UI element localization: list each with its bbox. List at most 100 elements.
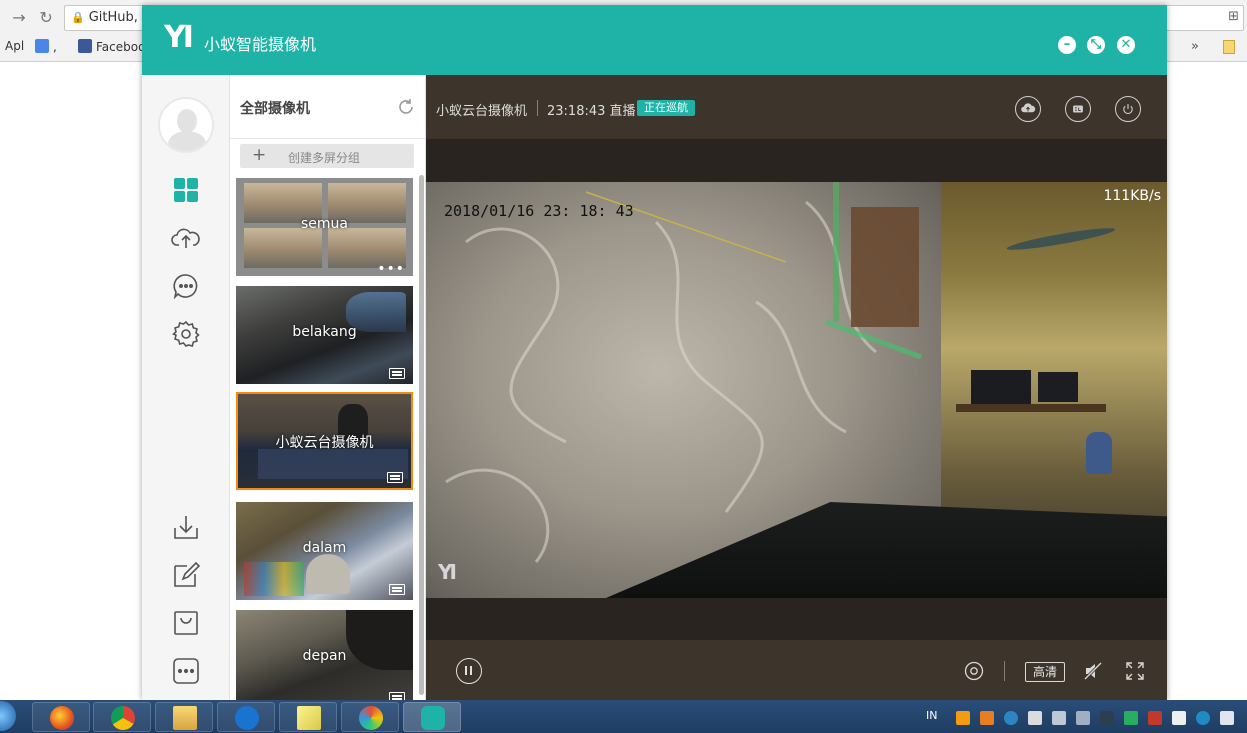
- language-indicator[interactable]: IN: [926, 709, 937, 722]
- power-button[interactable]: [1115, 96, 1141, 122]
- taskbar-explorer[interactable]: [155, 702, 213, 732]
- pause-button[interactable]: [456, 658, 482, 684]
- camera-list-header: 全部摄像机: [230, 75, 426, 139]
- camera-name: depan: [302, 648, 347, 664]
- cloud-upload-icon[interactable]: [171, 223, 201, 253]
- bookmark-facebook[interactable]: Faceboo: [78, 39, 145, 54]
- bookmark-translate[interactable]: ,: [35, 39, 57, 54]
- translate-icon: [35, 39, 49, 53]
- tray-flag-icon[interactable]: [1028, 711, 1042, 725]
- lock-icon: 🔒: [71, 11, 85, 24]
- tray-teamviewer-icon[interactable]: [1004, 711, 1018, 725]
- app-title: 小蚁智能摄像机: [204, 35, 317, 54]
- more-dots-icon: •••: [377, 261, 405, 276]
- tray-sync-icon[interactable]: [1196, 711, 1210, 725]
- close-button[interactable]: ✕: [1117, 36, 1135, 54]
- taskbar-chrome[interactable]: [93, 702, 151, 732]
- sidebar: [142, 75, 230, 700]
- restore-button[interactable]: ⤡: [1087, 36, 1105, 54]
- taskbar-sticky-notes[interactable]: [279, 702, 337, 732]
- camera-list-scrollbar[interactable]: [419, 175, 424, 695]
- tray-network-icon[interactable]: [1052, 711, 1066, 725]
- other-bookmarks-folder-icon[interactable]: [1223, 40, 1235, 54]
- playback-controls: 高清: [426, 640, 1167, 700]
- grid-icon[interactable]: [171, 175, 201, 205]
- camera-item-belakang[interactable]: belakang: [236, 286, 413, 384]
- facebook-icon: [78, 39, 92, 53]
- taskbar-firefox[interactable]: [32, 702, 90, 732]
- tray-avast-icon[interactable]: [956, 711, 970, 725]
- camera-name: dalam: [302, 540, 347, 556]
- viewer-header: 小蚁云台摄像机 23:18:43 直播 正在巡航: [426, 75, 1167, 139]
- bookmark-apps[interactable]: Apl: [5, 39, 24, 53]
- tray-app-icon[interactable]: [980, 711, 994, 725]
- yi-camera-icon: [421, 706, 445, 730]
- cloud-upload-button[interactable]: [1015, 96, 1041, 122]
- speaker-muted-icon: [1083, 661, 1103, 681]
- gear-icon[interactable]: [171, 319, 201, 349]
- camera-item-dalam[interactable]: dalam: [236, 502, 413, 600]
- fullscreen-button[interactable]: [1125, 661, 1145, 681]
- bitrate-indicator: 111KB/s: [1103, 188, 1161, 204]
- tray-volume-icon[interactable]: [1220, 711, 1234, 725]
- power-icon: [1123, 104, 1133, 115]
- shopping-bag-icon[interactable]: [171, 608, 201, 638]
- camera-item-depan[interactable]: depan: [236, 610, 413, 708]
- teamviewer-icon: [235, 706, 259, 730]
- plus-icon: +: [252, 145, 267, 165]
- cloud-upload-icon: [1021, 103, 1036, 113]
- camera-item-semua[interactable]: semua •••: [236, 178, 413, 276]
- mute-button[interactable]: [1083, 661, 1103, 681]
- camera-name: belakang: [292, 324, 357, 340]
- tray-pdf-icon[interactable]: [1148, 711, 1162, 725]
- start-button[interactable]: [0, 701, 16, 731]
- avatar[interactable]: [158, 97, 214, 153]
- camera-item-selected[interactable]: 小蚁云台摄像机: [236, 392, 413, 490]
- tray-device-icon[interactable]: [1172, 711, 1186, 725]
- camera-name: semua: [301, 216, 348, 232]
- create-group-button[interactable]: + 创建多屏分组: [240, 144, 414, 168]
- tray-monitor-icon[interactable]: [1100, 711, 1114, 725]
- sd-card-icon: [1073, 105, 1083, 113]
- title-bar[interactable]: YI 小蚁智能摄像机 – ⤡ ✕: [142, 5, 1167, 75]
- osd-datetime: 2018/01/16 23: 18: 43: [444, 202, 634, 220]
- translate-extension-icon[interactable]: ⊞: [1228, 9, 1239, 24]
- yi-logo: YI: [164, 20, 194, 55]
- header-divider: [537, 100, 538, 116]
- camera-list-title: 全部摄像机: [240, 101, 310, 117]
- fullscreen-icon: [1126, 662, 1144, 680]
- tray-signal-icon[interactable]: [1076, 711, 1090, 725]
- bookmarks-more-button[interactable]: »: [1191, 39, 1199, 54]
- tray-security-icon[interactable]: [1124, 711, 1138, 725]
- quality-button[interactable]: 高清: [1025, 662, 1065, 682]
- camera-list: 全部摄像机 + 创建多屏分组 semua ••• belakang 小蚁云台摄像…: [230, 75, 426, 708]
- camera-name: 小蚁云台摄像机: [275, 435, 374, 451]
- create-group-label: 创建多屏分组: [288, 151, 361, 165]
- chrome-icon: [111, 706, 135, 730]
- refresh-icon[interactable]: [396, 97, 416, 117]
- live-video-feed[interactable]: 2018/01/16 23: 18: 43 111KB/s YI: [426, 182, 1167, 598]
- yi-app-window: YI 小蚁智能摄像机 – ⤡ ✕ 全部摄像机 + 创建多屏分组 semua ••…: [142, 5, 1167, 708]
- patrol-badge: 正在巡航: [637, 100, 695, 116]
- chat-icon[interactable]: [171, 271, 201, 301]
- live-status: 23:18:43 直播: [547, 104, 636, 119]
- taskbar-yi-camera[interactable]: [403, 702, 461, 732]
- folder-icon: [173, 706, 197, 730]
- taskbar-paint[interactable]: [341, 702, 399, 732]
- sticky-notes-icon: [297, 706, 321, 730]
- sd-card-button[interactable]: [1065, 96, 1091, 122]
- more-icon[interactable]: [171, 656, 201, 686]
- tab-title: GitHub,: [88, 10, 138, 25]
- osd-yi-logo: YI: [438, 560, 457, 584]
- edit-icon[interactable]: [171, 560, 201, 590]
- video-viewer: 小蚁云台摄像机 23:18:43 直播 正在巡航 2018/01/16 23: …: [426, 75, 1167, 700]
- download-icon[interactable]: [171, 512, 201, 542]
- taskbar-teamviewer[interactable]: [217, 702, 275, 732]
- minimize-button[interactable]: –: [1058, 36, 1076, 54]
- reload-icon[interactable]: ↻: [35, 8, 57, 27]
- browser-nav: → ↻: [8, 8, 57, 27]
- snapshot-button[interactable]: [964, 661, 984, 681]
- forward-icon[interactable]: →: [8, 8, 30, 27]
- paint-icon: [359, 706, 383, 730]
- viewer-camera-name: 小蚁云台摄像机: [436, 104, 528, 119]
